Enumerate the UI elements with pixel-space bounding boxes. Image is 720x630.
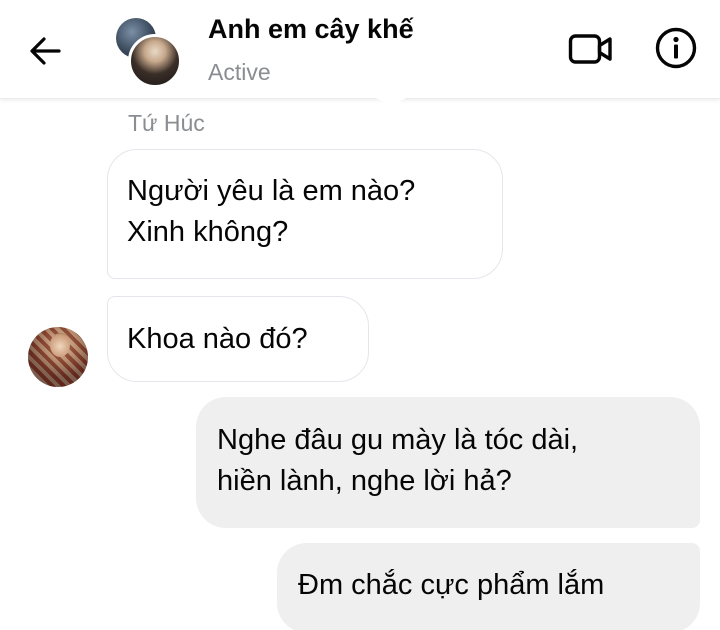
header-notch xyxy=(374,97,408,106)
sender-avatar-face xyxy=(50,333,70,357)
sender-avatar[interactable] xyxy=(28,327,88,387)
arrow-left-icon xyxy=(30,37,61,65)
conversation-info-button[interactable] xyxy=(652,24,700,72)
sender-name: Tứ Húc xyxy=(128,110,205,136)
message-line: hiền lành, nghe lời hả? xyxy=(217,465,512,497)
chat-title[interactable]: Anh em cây khế xyxy=(208,14,414,45)
message-bubble-incoming[interactable]: Người yêu là em nào? Xinh không? xyxy=(107,149,503,279)
group-avatar-member-2 xyxy=(128,34,182,88)
message-bubble-incoming[interactable]: Khoa nào đó? xyxy=(107,296,369,382)
message-line: Xinh không? xyxy=(127,216,289,248)
video-call-button[interactable] xyxy=(566,28,616,70)
message-bubble-outgoing[interactable]: Đm chắc cực phẩm lắm xyxy=(277,543,700,630)
video-camera-icon xyxy=(568,34,612,64)
chat-status: Active xyxy=(208,59,271,85)
message-line: Đm chắc cực phẩm lắm xyxy=(298,569,605,601)
chat-header: Anh em cây khế Active xyxy=(0,0,720,99)
group-avatar[interactable] xyxy=(116,18,182,88)
message-line: Nghe đâu gu mày là tóc dài, xyxy=(217,424,579,456)
back-button[interactable] xyxy=(22,28,68,74)
messenger-chat-screen: Anh em cây khế Active Tứ Húc Người yêu l… xyxy=(0,0,720,630)
message-line: Khoa nào đó? xyxy=(127,323,308,355)
message-line: Người yêu là em nào? xyxy=(127,175,416,207)
message-bubble-outgoing[interactable]: Nghe đâu gu mày là tóc dài, hiền lành, n… xyxy=(196,397,700,528)
info-icon xyxy=(655,27,697,69)
